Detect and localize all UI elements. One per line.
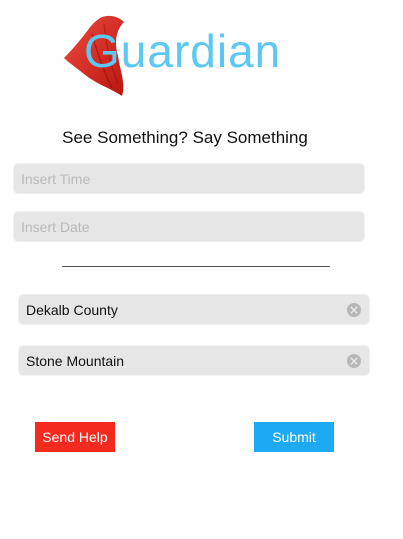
- clear-city-icon[interactable]: ×: [347, 354, 361, 368]
- county-input[interactable]: [19, 295, 369, 324]
- time-input[interactable]: [14, 164, 364, 193]
- city-field[interactable]: ×: [19, 346, 369, 375]
- send-help-button[interactable]: Send Help: [35, 422, 115, 452]
- divider: [62, 266, 330, 267]
- app-title: Guardian: [84, 25, 282, 77]
- page-title: See Something? Say Something: [62, 128, 308, 147]
- submit-button[interactable]: Submit: [254, 422, 334, 452]
- city-input[interactable]: [19, 346, 369, 375]
- clear-county-icon[interactable]: ×: [347, 303, 361, 317]
- date-input[interactable]: [14, 212, 364, 241]
- date-field[interactable]: [14, 212, 364, 241]
- time-field[interactable]: [14, 164, 364, 193]
- county-field[interactable]: ×: [19, 295, 369, 324]
- app-logo: Guardian: [62, 14, 302, 100]
